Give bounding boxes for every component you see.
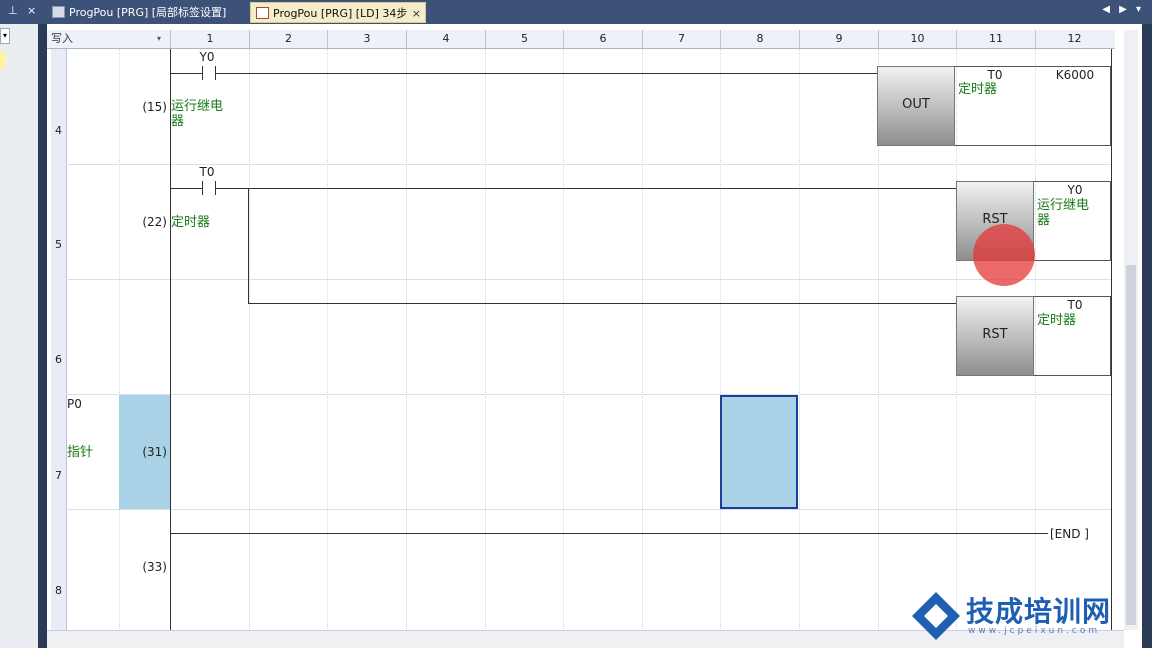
scrollbar-thumb[interactable]	[1126, 265, 1136, 625]
tab-nav-arrows-icon[interactable]: ◀ ▶ ▾	[1102, 4, 1144, 15]
row-divider	[66, 279, 1111, 280]
row-number-column: 4 5 6 7 8	[51, 49, 67, 648]
branch-wire	[248, 188, 249, 303]
coil-constant-label: K6000	[1055, 68, 1095, 82]
column-header-cell: 1	[170, 30, 249, 48]
column-header-cell: 4	[406, 30, 485, 48]
rst-device-label: Y0	[1067, 183, 1083, 197]
column-header-cell: 11	[956, 30, 1035, 48]
column-header-cell: 9	[799, 30, 878, 48]
grid-line	[406, 49, 407, 648]
step-number: (31)	[142, 445, 167, 459]
contact-device-label: Y0	[199, 50, 215, 64]
right-power-rail	[1111, 49, 1112, 648]
row-divider	[66, 509, 1111, 510]
column-header-cell: 12	[1035, 30, 1113, 48]
write-mode-dropdown-icon[interactable]: ▾	[157, 30, 161, 48]
wire	[170, 188, 202, 189]
grid-line	[249, 49, 250, 648]
step-number: (22)	[142, 215, 167, 229]
grid-line	[327, 49, 328, 648]
out-instruction-button[interactable]: OUT	[877, 66, 955, 146]
pointer-label: P0	[67, 397, 82, 411]
coil-device-label: T0	[987, 68, 1003, 82]
selected-cell-cursor[interactable]	[720, 395, 798, 509]
step-number: (33)	[142, 560, 167, 574]
mouse-cursor-highlight	[973, 224, 1035, 286]
row-number: 4	[55, 124, 62, 137]
label-table-icon	[52, 6, 65, 18]
rst-device-label: T0	[1067, 298, 1083, 312]
wire	[216, 188, 956, 189]
row-divider	[66, 394, 1111, 395]
pointer-comment: 指针	[67, 445, 94, 460]
watermark-logo: 技成培训网 www.jcpeixun.com	[910, 588, 1150, 644]
row-number: 8	[55, 584, 62, 597]
panel-dropdown[interactable]: ▾	[0, 28, 10, 44]
grid-line	[119, 49, 120, 648]
column-header-cell: 8	[720, 30, 799, 48]
tab-label: ProgPou [PRG] [局部标签设置]	[69, 6, 227, 19]
close-tab-icon[interactable]: ×	[412, 3, 421, 24]
column-header-cell: 10	[878, 30, 956, 48]
rising-edge-contact-icon[interactable]	[202, 181, 216, 195]
wire	[170, 73, 202, 74]
tab-label: ProgPou [PRG] [LD] 34步	[273, 7, 408, 20]
rst-instruction-button[interactable]: RST	[956, 296, 1034, 376]
contact-device-label: T0	[199, 165, 215, 179]
grid-line	[642, 49, 643, 648]
column-header-cell: 2	[249, 30, 327, 48]
left-panel: ▾	[0, 24, 38, 648]
pointer-step-cell[interactable]: (31)	[119, 395, 170, 509]
wire	[216, 73, 877, 74]
document-tab-bar: ⊥ × ProgPou [PRG] [局部标签设置] ProgPou [PRG]…	[0, 0, 1152, 24]
grid-line	[485, 49, 486, 648]
logo-diamond-icon	[912, 592, 960, 640]
contact-comment: 定时器	[171, 215, 211, 230]
wire	[248, 303, 956, 304]
ladder-editor[interactable]: 写入 ▾ 1 2 3 4 5 6 7 8 9 10 11 12 4 5 6 7 …	[47, 24, 1142, 648]
row-number: 6	[55, 353, 62, 366]
column-header-cell: 7	[642, 30, 720, 48]
rst-comment: 定时器	[1037, 313, 1077, 328]
panel-highlight	[0, 52, 6, 68]
logo-text: 技成培训网	[966, 595, 1112, 628]
tab-ladder[interactable]: ProgPou [PRG] [LD] 34步 ×	[250, 2, 426, 23]
rst-comment: 运行继电器	[1037, 198, 1090, 228]
coil-comment: 定时器	[958, 82, 998, 97]
contact-comment: 运行继电器	[171, 99, 224, 129]
logo-url: www.jcpeixun.com	[968, 626, 1101, 636]
grid-line	[720, 49, 721, 648]
left-power-rail	[170, 49, 171, 648]
column-header-cell: 6	[563, 30, 642, 48]
row-number: 7	[55, 469, 62, 482]
grid-line	[799, 49, 800, 648]
column-header-cell: 3	[327, 30, 406, 48]
pin-icon[interactable]: ⊥	[8, 4, 18, 17]
column-header-cell: 5	[485, 30, 563, 48]
tab-local-labels[interactable]: ProgPou [PRG] [局部标签设置]	[47, 2, 246, 23]
column-header: 写入 ▾ 1 2 3 4 5 6 7 8 9 10 11 12	[47, 30, 1115, 49]
grid-line	[563, 49, 564, 648]
close-icon[interactable]: ×	[27, 4, 36, 17]
ladder-icon	[256, 7, 269, 19]
write-mode-label: 写入	[51, 32, 73, 45]
no-contact-icon[interactable]	[202, 66, 216, 80]
step-number: (15)	[142, 100, 167, 114]
wire	[170, 533, 1048, 534]
row-number: 5	[55, 238, 62, 251]
end-instruction[interactable]: [END ]	[1048, 527, 1091, 541]
vertical-scrollbar[interactable]	[1124, 30, 1138, 630]
